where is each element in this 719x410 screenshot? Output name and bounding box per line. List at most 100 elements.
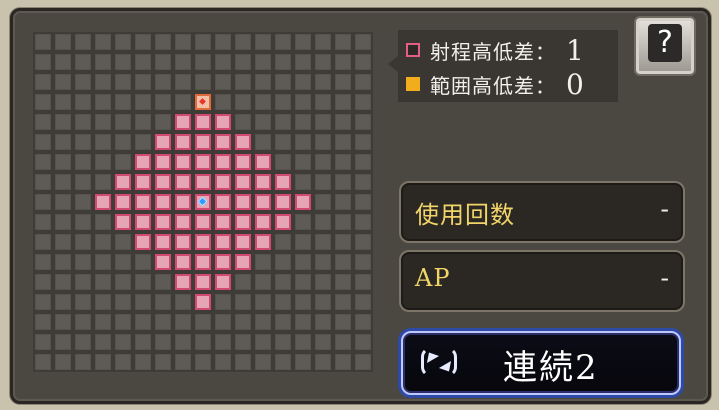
grid-cell [355,334,371,350]
range-cell [235,134,251,150]
grid-cell [115,314,131,330]
grid-cell [135,134,151,150]
grid-cell [255,354,271,370]
grid-cell [355,294,371,310]
grid-cell [115,294,131,310]
grid-cell [295,274,311,290]
grid-cell [55,54,71,70]
grid-cell [355,94,371,110]
ap-value: - [660,264,669,292]
grid-cell [55,294,71,310]
grid-cell [315,334,331,350]
grid-cell [275,274,291,290]
grid-cell [255,314,271,330]
grid-cell [355,214,371,230]
combo-label: 連続2 [503,348,599,388]
grid-cell [295,174,311,190]
grid-cell [115,154,131,170]
grid-cell [115,134,131,150]
grid-cell [335,154,351,170]
grid-cell [95,354,111,370]
ap-label: AP [415,264,451,292]
grid-cell [355,154,371,170]
grid-cell [315,194,331,210]
grid-cell [295,254,311,270]
grid-cell [355,74,371,90]
grid-cell [295,334,311,350]
grid-cell [135,114,151,130]
grid-cell [335,334,351,350]
grid-cell [35,114,51,130]
grid-cell [35,194,51,210]
range-cell [235,234,251,250]
grid-cell [135,34,151,50]
grid-cell [275,34,291,50]
grid-cell [235,34,251,50]
grid-cell [155,334,171,350]
grid-cell [75,294,91,310]
grid-cell [35,294,51,310]
grid-cell [335,134,351,150]
uses-count-value: - [660,195,669,223]
range-height-diff-row: 射程高低差： 1 [406,34,584,67]
range-cell [115,194,131,210]
grid-cell [95,274,111,290]
grid-cell [295,214,311,230]
grid-cell [335,274,351,290]
grid-cell [335,54,351,70]
grid-cell [175,34,191,50]
grid-cell [235,314,251,330]
grid-cell [195,34,211,50]
grid-cell [235,294,251,310]
grid-cell [335,114,351,130]
grid-cell [155,114,171,130]
range-cell [175,214,191,230]
range-cell [215,274,231,290]
range-cell [175,234,191,250]
range-cell [215,154,231,170]
grid-cell [95,154,111,170]
grid-cell [75,74,91,90]
grid-cell [355,274,371,290]
grid-cell [95,294,111,310]
grid-cell [335,214,351,230]
grid-cell [195,54,211,70]
grid-cell [35,54,51,70]
range-cell [255,194,271,210]
range-cell [155,174,171,190]
uses-count-field: 使用回数 - [399,181,685,243]
range-cell [275,214,291,230]
grid-cell [355,254,371,270]
grid-cell [55,34,71,50]
grid-cell [135,274,151,290]
grid-cell [55,274,71,290]
grid-cell [55,314,71,330]
grid-cell [295,294,311,310]
grid-cell [215,54,231,70]
range-cell [155,194,171,210]
help-button[interactable]: ? [634,16,696,76]
grid-cell [55,234,71,250]
range-cell [175,154,191,170]
range-cell [295,194,311,210]
range-cell [195,114,211,130]
grid-cell [215,334,231,350]
grid-cell [135,314,151,330]
grid-cell [75,314,91,330]
grid-cell [275,234,291,250]
grid-cell [35,134,51,150]
range-cell [175,134,191,150]
range-cell [135,234,151,250]
grid-cell [95,34,111,50]
grid-cell [35,34,51,50]
combo-toggle-button[interactable]: 連続2 [401,331,681,395]
grid-cell [115,274,131,290]
grid-cell [75,274,91,290]
grid-cell [115,74,131,90]
grid-cell [35,74,51,90]
grid-cell [175,354,191,370]
range-cell [215,114,231,130]
grid-cell [255,134,271,150]
grid-cell [55,254,71,270]
range-cell [155,134,171,150]
